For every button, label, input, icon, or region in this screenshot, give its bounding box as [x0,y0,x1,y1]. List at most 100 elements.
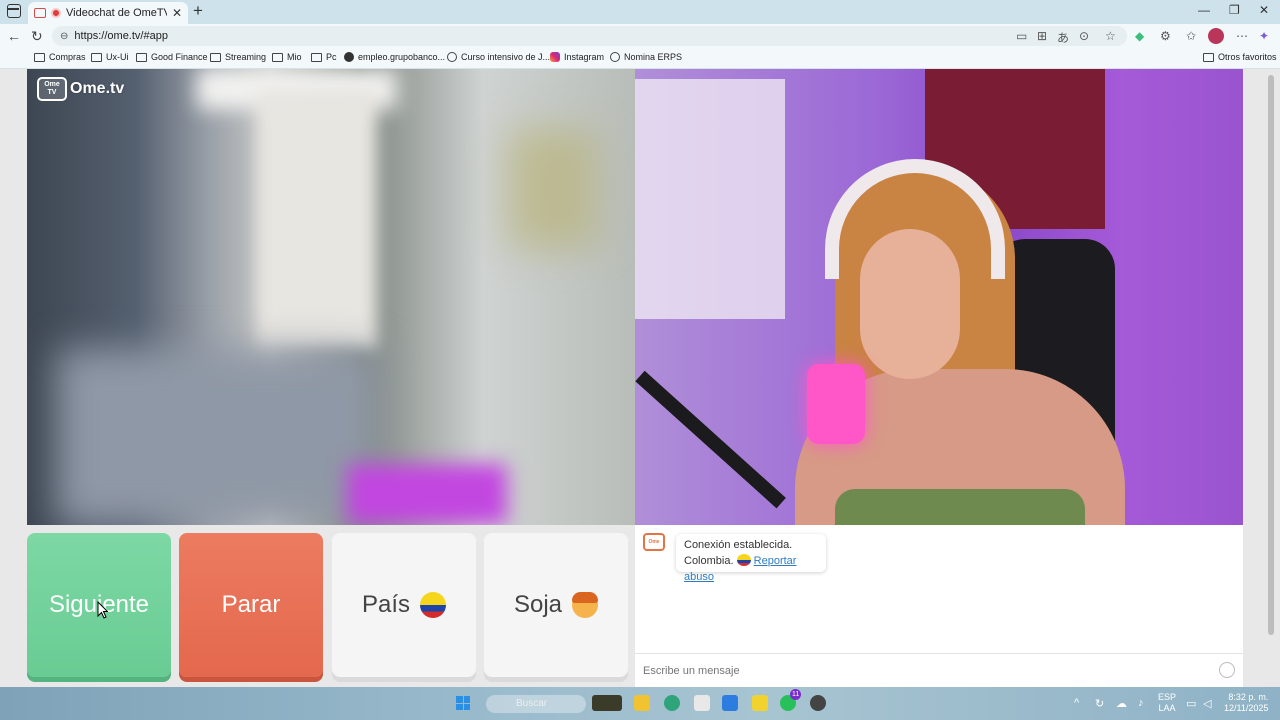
instagram-icon [550,52,560,62]
site-info-icon[interactable]: ⊖ [60,31,68,42]
clock[interactable]: 8:32 p. m. 12/11/2025 [1224,692,1268,714]
url-field[interactable]: ⊖ https://ome.tv/#app [52,26,1127,46]
logo-text: Ome.tv [70,80,125,97]
reload-icon[interactable]: ↻ [31,28,43,45]
chrome-icon[interactable] [810,695,826,711]
tab-actions-icon[interactable] [7,4,21,18]
more-icon[interactable]: ⋯ [1236,29,1248,43]
recording-icon [51,8,61,18]
restore-icon[interactable]: ❐ [1229,3,1240,17]
folder-icon [272,52,283,62]
store-icon[interactable] [694,695,710,711]
country-line: Colombia. Reportar abuso [684,553,818,585]
bookmark-mio[interactable]: Mio [272,52,302,62]
camera-icon[interactable]: ▭ [1016,29,1027,43]
message-input[interactable] [643,664,1203,677]
bookmark-other-favorites[interactable]: Otros favoritos [1203,52,1277,62]
mouse-cursor-icon [97,601,108,619]
copilot-icon[interactable]: ✦ [1259,29,1269,43]
ometv-chat-logo-icon: Ome [643,533,665,551]
connection-status: Conexión establecida. [684,539,793,551]
browser-tab-bar: Videochat de OmeTV — Alte ✕ + — ❐ ✕ [0,0,1280,24]
boy-face-icon [572,592,599,618]
smiley-icon[interactable] [1219,662,1235,678]
language-indicator[interactable]: ESP LAA [1158,692,1176,714]
pegboard-bg [635,79,785,319]
ometv-favicon-icon [34,8,46,18]
page-scrollbar[interactable] [1268,75,1274,635]
favorites-icon[interactable]: ✩ [1186,29,1196,43]
stop-button[interactable]: Parar [179,533,323,677]
address-bar-row: ← ↻ ⊖ https://ome.tv/#app ▭ ⊞ あ ⊙ ☆ ◆ ⚙ … [0,24,1280,48]
bookmark-nomina[interactable]: Nomina ERPS [610,52,682,62]
folder-icon [210,52,221,62]
tab-title: Videochat de OmeTV — Alte [66,7,167,19]
stranger-video: Ome TV Ome.tv [27,69,635,525]
back-icon[interactable]: ← [7,28,21,44]
url-text: https://ome.tv/#app [74,30,168,42]
bookmark-good-finance[interactable]: Good Finance [136,52,208,62]
chevron-up-icon[interactable]: ^ [1074,697,1079,709]
volume-icon[interactable]: ◁ [1203,697,1211,710]
browser-tab[interactable]: Videochat de OmeTV — Alte ✕ [28,2,188,24]
country-button[interactable]: País [332,533,476,677]
logo-tv-bottom: TV [47,89,57,96]
bookmark-label: empleo.grupobanco... [358,52,446,62]
editor-icon[interactable] [722,695,738,711]
microphone [807,364,865,444]
bookmark-instagram[interactable]: Instagram [550,52,604,62]
mic-tray-icon[interactable]: ♪ [1138,697,1144,709]
favorite-star-icon[interactable]: ☆ [1105,29,1116,43]
cloud-icon[interactable]: ☁ [1116,697,1127,710]
widget-icon[interactable] [592,695,622,711]
new-tab-icon[interactable]: + [193,1,203,21]
country-label: País [361,591,411,618]
network-icon[interactable]: ▭ [1186,697,1196,710]
person-shirt [835,489,1085,525]
windows-start-icon[interactable] [456,696,470,710]
bookmark-label: Good Finance [151,52,208,62]
extensions-icon[interactable]: ⊙ [1079,29,1089,43]
colombia-flag-icon [736,554,751,566]
site-icon [344,52,354,62]
close-tab-icon[interactable]: ✕ [172,6,182,20]
folder-icon [91,52,102,62]
edge-icon[interactable] [664,695,680,711]
bookmark-ux-ui[interactable]: Ux-Ui [91,52,129,62]
puzzle-icon[interactable]: ⚙ [1160,29,1171,43]
extension-green-icon[interactable]: ◆ [1135,29,1144,43]
windows-taskbar: Buscar 11 ^ ↻ ☁ ♪ ESP LAA ▭ ◁ 8:32 p. m.… [0,687,1280,720]
bookmark-label: Mio [287,52,302,62]
translate-icon[interactable]: あ [1057,29,1069,46]
bookmark-label: Streaming [225,52,267,62]
bookmark-streaming[interactable]: Streaming [210,52,266,62]
apps-icon[interactable]: ⊞ [1037,29,1047,43]
self-video [635,69,1243,525]
bookmark-label: Curso intensivo de J... [461,52,551,62]
clock-date: 12/11/2025 [1224,703,1269,713]
video-blur [507,129,597,249]
gender-label: Soja [513,591,563,618]
chat-logo-text: Ome [648,539,660,545]
taskbar-search[interactable]: Buscar [486,695,586,713]
video-blur [57,349,377,525]
video-blur [347,464,507,524]
bookmark-label: Pc [326,52,337,62]
minimize-icon[interactable]: — [1198,3,1210,17]
sync-icon[interactable]: ↻ [1095,697,1104,710]
clock-time: 8:32 p. m. [1228,692,1269,702]
colombia-flag-icon [420,592,447,618]
stop-label: Parar [221,591,281,618]
video-blur [257,89,377,349]
bookmark-curso[interactable]: Curso intensivo de J... [447,52,550,62]
sticky-notes-icon[interactable] [752,695,768,711]
bookmark-empleo[interactable]: empleo.grupobanco... [344,52,445,62]
gender-button[interactable]: Soja [484,533,628,677]
close-window-icon[interactable]: ✕ [1259,3,1269,17]
bookmark-label: Otros favoritos [1218,52,1277,62]
bookmark-pc[interactable]: Pc [311,52,337,62]
bookmark-compras[interactable]: Compras [34,52,86,62]
chat-input-row [635,653,1243,687]
profile-avatar[interactable] [1208,28,1224,44]
file-explorer-icon[interactable] [634,695,650,711]
